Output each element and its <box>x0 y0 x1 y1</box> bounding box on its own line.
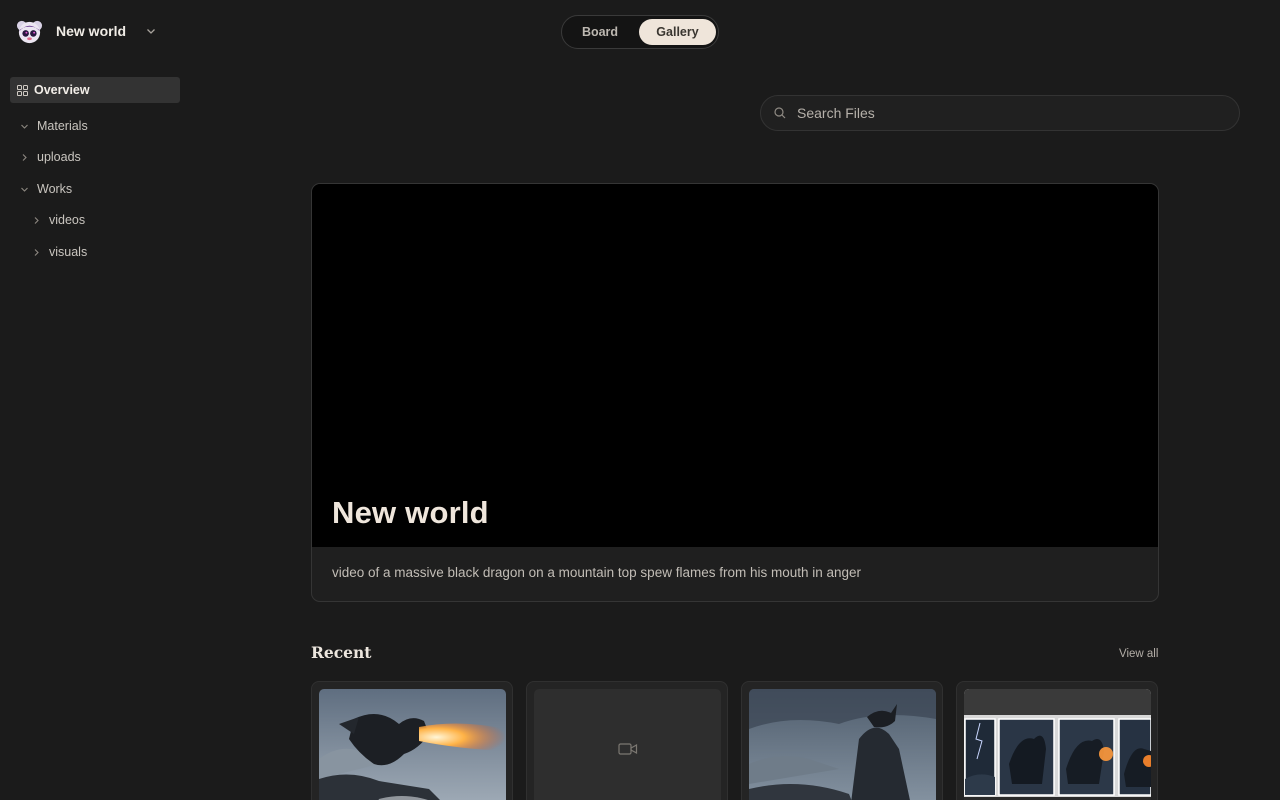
project-hero: New world video of a massive black drago… <box>311 183 1159 602</box>
dragon-storyboard-thumbnail <box>964 689 1151 800</box>
tree-item-videos[interactable]: videos <box>31 211 85 229</box>
chevron-right-icon[interactable] <box>19 152 29 162</box>
chevron-down-icon[interactable] <box>19 121 29 131</box>
dragon-mountain-thumbnail <box>749 689 936 800</box>
toggle-board[interactable]: Board <box>568 19 632 45</box>
workspace-switcher[interactable]: New world <box>16 18 155 44</box>
view-toggle: Board Gallery <box>561 15 719 49</box>
chevron-down-icon[interactable] <box>19 184 29 194</box>
dragon-fire-thumbnail <box>319 689 506 800</box>
tree-item-works[interactable]: Works <box>19 180 72 198</box>
tree-item-label: Works <box>37 182 73 196</box>
recent-card[interactable] <box>956 681 1158 800</box>
chevron-right-icon[interactable] <box>31 215 41 225</box>
view-all-link[interactable]: View all <box>1119 648 1158 660</box>
hero-title: New world <box>332 495 489 530</box>
recent-card[interactable] <box>741 681 943 800</box>
video-camera-icon <box>617 743 637 755</box>
search-input[interactable] <box>797 105 1217 121</box>
search-icon <box>774 107 786 119</box>
chevron-right-icon[interactable] <box>31 247 41 257</box>
sidebar: New world Overview Materials uploads Wor… <box>0 0 190 800</box>
mascot-logo-icon <box>16 20 43 43</box>
tree-item-label: Materials <box>37 119 88 133</box>
tree-item-visuals[interactable]: visuals <box>31 243 87 261</box>
chevron-down-icon[interactable] <box>144 24 158 38</box>
tree-item-label: uploads <box>37 150 81 164</box>
recent-card[interactable] <box>311 681 513 800</box>
toggle-gallery[interactable]: Gallery <box>639 19 716 45</box>
tree-item-label: visuals <box>49 245 88 259</box>
search-bar <box>760 95 1240 131</box>
video-thumbnail-placeholder <box>534 689 721 800</box>
hero-description: video of a massive black dragon on a mou… <box>332 565 862 580</box>
nav-overview[interactable]: Overview <box>10 77 180 103</box>
tree-item-materials[interactable]: Materials <box>19 117 88 135</box>
tree-item-label: videos <box>49 213 86 227</box>
tree-item-uploads[interactable]: uploads <box>19 148 81 166</box>
hero-video[interactable] <box>312 184 1158 547</box>
nav-overview-label: Overview <box>34 83 90 97</box>
grid-icon <box>17 84 28 96</box>
recent-title: Recent <box>311 643 372 662</box>
workspace-name: New world <box>56 23 127 39</box>
recent-card[interactable] <box>526 681 728 800</box>
